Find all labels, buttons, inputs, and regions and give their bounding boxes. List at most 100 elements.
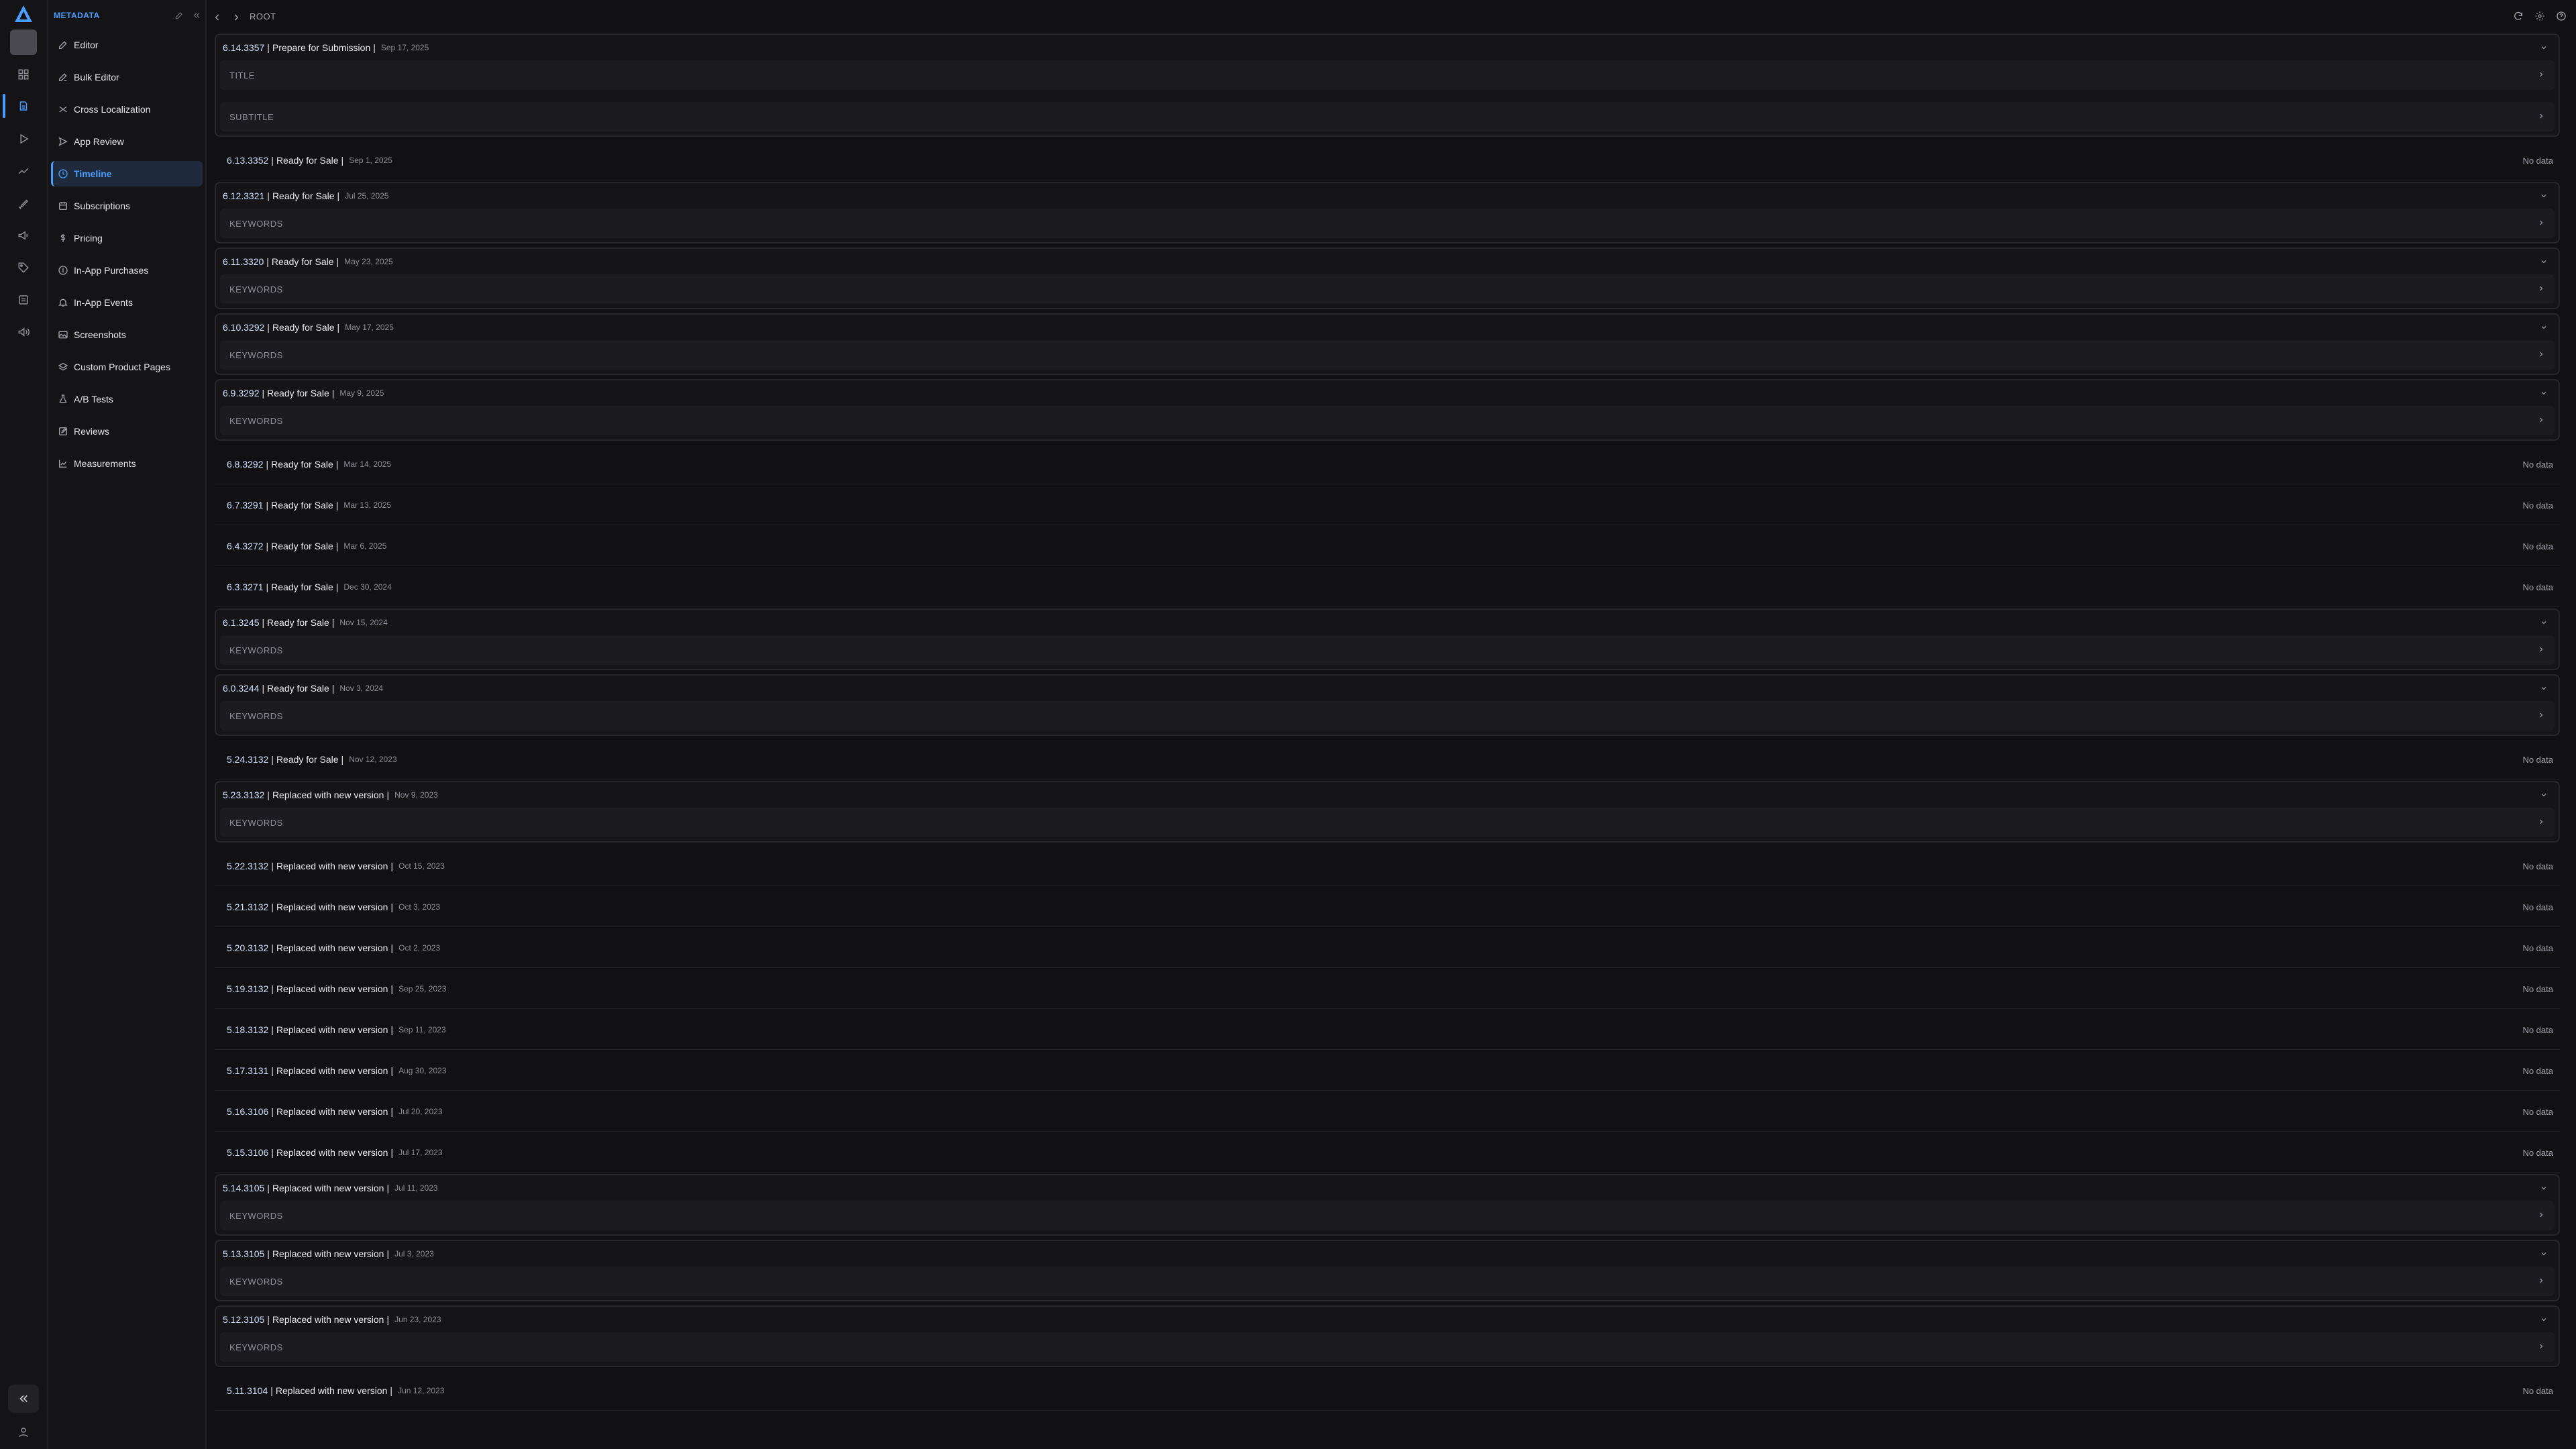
version-number: 5.19.3132 bbox=[227, 983, 269, 994]
chevron-down-icon[interactable] bbox=[2540, 1183, 2549, 1193]
version-header[interactable]: 6.0.3244 | Ready for Sale | Nov 3, 2024 bbox=[219, 676, 2556, 701]
field-label: KEYWORDS bbox=[229, 284, 283, 294]
sidebar-item-pricing[interactable]: Pricing bbox=[51, 225, 203, 251]
version-header[interactable]: 5.13.3105 | Replaced with new version | Jul … bbox=[219, 1241, 2556, 1267]
trend-icon[interactable] bbox=[13, 161, 34, 181]
broadcast-icon[interactable] bbox=[13, 322, 34, 342]
edit-icon[interactable] bbox=[174, 11, 184, 20]
chevron-down-icon[interactable] bbox=[2540, 323, 2549, 332]
chevron-down-icon[interactable] bbox=[2540, 388, 2549, 398]
chevron-down-icon[interactable] bbox=[2540, 790, 2549, 800]
separator: | bbox=[336, 256, 339, 267]
sidebar-item-editor[interactable]: Editor bbox=[51, 32, 203, 58]
timeline-version-row[interactable]: 5.15.3106 | Replaced with new version | Jul … bbox=[215, 1133, 2560, 1173]
sidebar-item-custom-product-pages[interactable]: Custom Product Pages bbox=[51, 354, 203, 380]
timeline-version-row[interactable]: 5.16.3106 | Replaced with new version | Jul … bbox=[215, 1092, 2560, 1132]
version-header[interactable]: 6.9.3292 | Ready for Sale | May 9, 2025 bbox=[219, 380, 2556, 406]
sidebar-item-reviews[interactable]: Reviews bbox=[51, 419, 203, 444]
metadata-field[interactable]: SUBTITLE bbox=[220, 102, 2555, 131]
app-avatar[interactable] bbox=[10, 30, 37, 55]
refresh-button[interactable] bbox=[2512, 9, 2525, 23]
tag-icon[interactable] bbox=[13, 258, 34, 278]
sidebar-item-cross-localization[interactable]: Cross Localization bbox=[51, 97, 203, 122]
metadata-field[interactable]: KEYWORDS bbox=[220, 209, 2555, 238]
chevron-down-icon[interactable] bbox=[2540, 618, 2549, 627]
separator: | bbox=[262, 388, 265, 398]
metadata-field[interactable]: KEYWORDS bbox=[220, 1267, 2555, 1296]
version-header[interactable]: 5.12.3105 | Replaced with new version | Jun … bbox=[219, 1307, 2556, 1332]
chevron-down-icon[interactable] bbox=[2540, 1249, 2549, 1258]
separator: | bbox=[335, 582, 339, 592]
collapse-rail-button[interactable] bbox=[8, 1385, 39, 1413]
grid-icon[interactable] bbox=[13, 64, 34, 85]
timeline-version-row[interactable]: 5.20.3132 | Replaced with new version | Oct … bbox=[215, 928, 2560, 968]
top-actions bbox=[2512, 9, 2568, 23]
metadata-icon[interactable] bbox=[13, 96, 34, 116]
sidebar-item-timeline[interactable]: Timeline bbox=[51, 161, 203, 186]
chevron-down-icon[interactable] bbox=[2540, 43, 2549, 52]
version-status: Replaced with new version bbox=[276, 983, 388, 994]
metadata-field[interactable]: KEYWORDS bbox=[220, 1332, 2555, 1362]
version-header[interactable]: 5.23.3132 | Replaced with new version | Nov … bbox=[219, 782, 2556, 808]
timeline-version-row[interactable]: 5.18.3132 | Replaced with new version | Sep … bbox=[215, 1010, 2560, 1050]
chevron-down-icon[interactable] bbox=[2540, 191, 2549, 201]
sidebar-item-screenshots[interactable]: Screenshots bbox=[51, 322, 203, 347]
report-icon[interactable] bbox=[13, 290, 34, 310]
coin-icon bbox=[58, 266, 68, 275]
sidebar-item-subscriptions[interactable]: Subscriptions bbox=[51, 193, 203, 219]
metadata-field[interactable]: KEYWORDS bbox=[220, 274, 2555, 304]
sidebar-item-a-b-tests[interactable]: A/B Tests bbox=[51, 386, 203, 412]
chevron-right-icon bbox=[2537, 416, 2546, 425]
timeline-version-row[interactable]: 5.21.3132 | Replaced with new version | Oct … bbox=[215, 888, 2560, 927]
metadata-field[interactable]: KEYWORDS bbox=[220, 340, 2555, 370]
back-button[interactable] bbox=[211, 11, 224, 24]
timeline-version-row[interactable]: 6.13.3352 | Ready for Sale | Sep 1, 2025 No d… bbox=[215, 141, 2560, 180]
version-header[interactable]: 6.14.3357 | Prepare for Submission | Sep 17,… bbox=[219, 35, 2556, 60]
chevron-down-icon[interactable] bbox=[2540, 684, 2549, 693]
play-icon[interactable] bbox=[13, 129, 34, 149]
timeline-version-row[interactable]: 5.19.3132 | Replaced with new version | Sep … bbox=[215, 969, 2560, 1009]
app-logo-icon[interactable] bbox=[13, 4, 34, 24]
timeline-version-row[interactable]: 6.4.3272 | Ready for Sale | Mar 6, 2025 No da… bbox=[215, 527, 2560, 566]
metadata-field[interactable]: KEYWORDS bbox=[220, 701, 2555, 731]
timeline-version-row[interactable]: 5.22.3132 | Replaced with new version | Oct … bbox=[215, 847, 2560, 886]
timeline-version-row[interactable]: 6.8.3292 | Ready for Sale | Mar 14, 2025 No d… bbox=[215, 445, 2560, 484]
timeline-version-row[interactable]: 5.11.3104 | Replaced with new version | Jun … bbox=[215, 1371, 2560, 1411]
sidebar-item-measurements[interactable]: Measurements bbox=[51, 451, 203, 476]
timeline-version-row[interactable]: 6.3.3271 | Ready for Sale | Dec 30, 2024 No d… bbox=[215, 568, 2560, 607]
sidebar-item-app-review[interactable]: App Review bbox=[51, 129, 203, 154]
version-header[interactable]: 6.11.3320 | Ready for Sale | May 23, 2025 bbox=[219, 249, 2556, 274]
version-header[interactable]: 5.14.3105 | Replaced with new version | Jul … bbox=[219, 1175, 2556, 1201]
separator: | bbox=[386, 1248, 390, 1259]
version-header[interactable]: 6.1.3245 | Ready for Sale | Nov 15, 2024 bbox=[219, 610, 2556, 635]
megaphone-icon[interactable] bbox=[13, 225, 34, 246]
forward-button[interactable] bbox=[229, 11, 243, 24]
chevron-down-icon[interactable] bbox=[2540, 257, 2549, 266]
breadcrumb[interactable]: ROOT bbox=[250, 11, 276, 21]
metadata-field[interactable]: KEYWORDS bbox=[220, 406, 2555, 435]
version-status: Replaced with new version bbox=[276, 1065, 388, 1076]
sidebar-item-label: App Review bbox=[74, 136, 124, 147]
metadata-field[interactable]: KEYWORDS bbox=[220, 808, 2555, 837]
timeline-version-row[interactable]: 6.7.3291 | Ready for Sale | Mar 13, 2025 No d… bbox=[215, 486, 2560, 525]
version-date: Sep 11, 2023 bbox=[398, 1025, 446, 1034]
sidebar-item-bulk-editor[interactable]: Bulk Editor bbox=[51, 64, 203, 90]
version-header[interactable]: 6.12.3321 | Ready for Sale | Jul 25, 2025 bbox=[219, 183, 2556, 209]
metadata-field[interactable]: KEYWORDS bbox=[220, 635, 2555, 665]
chevron-down-icon[interactable] bbox=[2540, 1315, 2549, 1324]
user-icon[interactable] bbox=[13, 1422, 34, 1442]
settings-button[interactable] bbox=[2533, 9, 2546, 23]
sidebar-item-in-app-purchases[interactable]: In-App Purchases bbox=[51, 258, 203, 283]
version-header[interactable]: 6.10.3292 | Ready for Sale | May 17, 2025 bbox=[219, 315, 2556, 340]
metadata-field[interactable]: TITLE bbox=[220, 60, 2555, 90]
timeline-version-row[interactable]: 5.17.3131 | Replaced with new version | Aug … bbox=[215, 1051, 2560, 1091]
sidebar-item-in-app-events[interactable]: In-App Events bbox=[51, 290, 203, 315]
timeline-version-row[interactable]: 5.24.3132 | Ready for Sale | Nov 12, 2023 No … bbox=[215, 740, 2560, 780]
collapse-sidebar-icon[interactable] bbox=[192, 11, 201, 20]
brush-icon[interactable] bbox=[13, 193, 34, 213]
metadata-field[interactable]: KEYWORDS bbox=[220, 1201, 2555, 1230]
timeline-version-group: 6.9.3292 | Ready for Sale | May 9, 2025 KEYWO… bbox=[215, 379, 2560, 441]
field-label: KEYWORDS bbox=[229, 350, 283, 360]
help-button[interactable] bbox=[2555, 9, 2568, 23]
separator: | bbox=[386, 1183, 390, 1193]
